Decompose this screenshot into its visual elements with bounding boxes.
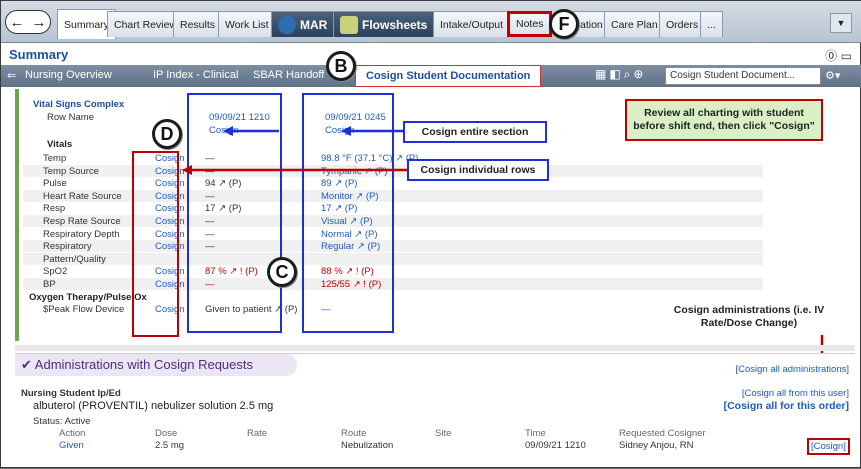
- dose-value: 2.5 mg: [155, 440, 185, 451]
- route-value: Nebulization: [341, 440, 394, 451]
- col-site: Site: [435, 428, 452, 439]
- cosign-admin-link[interactable]: [Cosign]: [807, 438, 850, 455]
- cosigner-value: Sidney Anjou, RN: [619, 440, 694, 451]
- administrations-panel: ✔ Administrations with Cosign Requests […: [15, 353, 855, 465]
- col-rate: Rate: [247, 428, 268, 439]
- badge-d: D: [152, 119, 182, 149]
- col-requested-cosigner: Requested Cosigner: [619, 428, 706, 439]
- cosign-all-user-link[interactable]: [Cosign all from this user]: [742, 388, 849, 399]
- admin-header: ✔ Administrations with Cosign Requests: [15, 354, 297, 376]
- cosign-all-admin-link[interactable]: [Cosign all administrations]: [735, 364, 849, 375]
- col-time: Time: [525, 428, 546, 439]
- arrowhead-section-1: [223, 126, 233, 136]
- app-window: ← → Summary Chart Review Results Work Lis…: [0, 0, 861, 468]
- medication-name: albuterol (PROVENTIL) nebulizer solution…: [33, 400, 274, 412]
- col-dose: Dose: [155, 428, 178, 439]
- time-value: 09/09/21 1210: [525, 440, 586, 451]
- arrowhead-section-2: [341, 126, 351, 136]
- order-status: Status: Active: [33, 416, 91, 427]
- col-route: Route: [341, 428, 367, 439]
- badge-b: B: [326, 51, 356, 81]
- section-divider: [15, 345, 855, 351]
- col-action: Action: [59, 428, 86, 439]
- badge-f: F: [549, 9, 579, 39]
- action-given: Given: [59, 440, 84, 451]
- arrowhead-rows: [182, 165, 192, 175]
- badge-c: C: [267, 257, 297, 287]
- student-user-label: Nursing Student Ip/Ed: [21, 388, 121, 399]
- cosign-all-order-link[interactable]: [Cosign all for this order]: [724, 400, 849, 412]
